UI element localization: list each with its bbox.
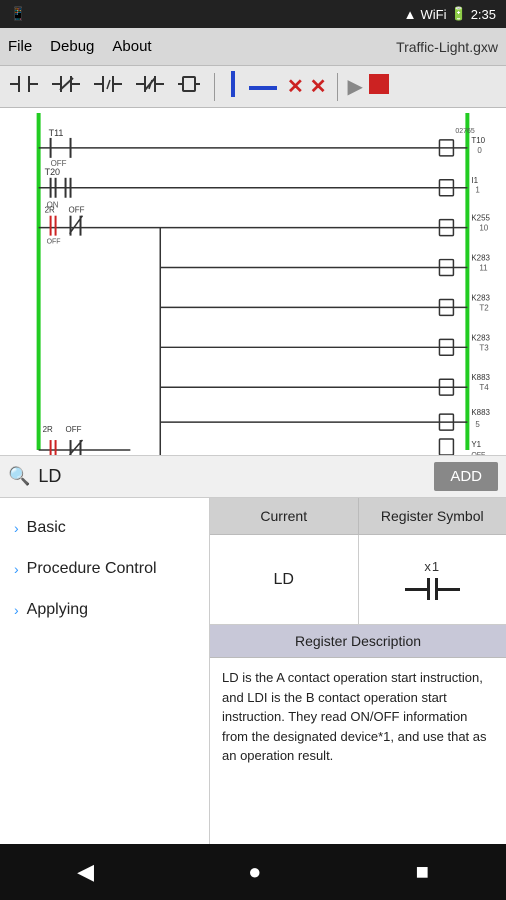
toolbar-falling-edge-btn[interactable]: [132, 71, 168, 102]
svg-text:T4: T4: [479, 383, 489, 392]
svg-text:K283: K283: [471, 333, 490, 342]
svg-text:10: 10: [479, 224, 488, 233]
svg-text:K255: K255: [471, 214, 490, 223]
toolbar: ✕ ✕ ▶: [0, 66, 506, 108]
svg-text:OFF: OFF: [69, 206, 85, 215]
contact-symbol: [405, 578, 460, 600]
chevron-right-icon-basic: ›: [14, 520, 19, 536]
svg-text:5: 5: [475, 420, 480, 429]
contact-symbol-graphic: x1: [405, 559, 460, 600]
svg-text:I1: I1: [471, 176, 478, 185]
sidebar-label-applying: Applying: [27, 600, 88, 621]
status-right: ▲ WiFi 🔋 2:35: [404, 6, 496, 22]
status-left: 📱: [10, 6, 26, 22]
nav-bar: ◀ ● ■: [0, 844, 506, 900]
bottom-panel: › Basic › Procedure Control › Applying C…: [0, 498, 506, 878]
ladder-svg: T11 OFF T10 0 02765 T20 ON I1 1 2R OFF: [0, 108, 506, 455]
nav-home-button[interactable]: ●: [228, 851, 281, 893]
menu-bar: File Debug About Traffic-Light.gxw: [0, 28, 506, 66]
contact-line-left: [405, 588, 427, 591]
svg-text:K283: K283: [471, 293, 490, 302]
toolbar-separator-2: [337, 73, 338, 101]
toolbar-delete-x1-btn[interactable]: ✕: [287, 74, 304, 99]
toolbar-no-contact-btn[interactable]: [6, 71, 42, 102]
toolbar-nc-contact-btn[interactable]: [48, 71, 84, 102]
svg-text:Y1: Y1: [471, 440, 481, 449]
svg-text:K283: K283: [471, 254, 490, 263]
wifi-icon: WiFi: [421, 7, 447, 22]
toolbar-separator-1: [214, 73, 215, 101]
menu-about[interactable]: About: [112, 38, 151, 55]
svg-text:1: 1: [475, 186, 480, 195]
sidebar-label-procedure-control: Procedure Control: [27, 559, 157, 580]
svg-text:11: 11: [479, 264, 488, 273]
current-value-cell: LD: [210, 535, 359, 624]
menu-debug[interactable]: Debug: [50, 38, 94, 55]
add-button[interactable]: ADD: [434, 462, 498, 491]
symbol-row: LD x1: [210, 535, 506, 625]
search-bar: 🔍 ADD: [0, 456, 506, 498]
search-input[interactable]: [38, 466, 426, 487]
sidebar: › Basic › Procedure Control › Applying: [0, 498, 210, 878]
window-title: Traffic-Light.gxw: [396, 39, 498, 55]
status-bar: 📱 ▲ WiFi 🔋 2:35: [0, 0, 506, 28]
menu-file[interactable]: File: [8, 38, 32, 55]
nav-back-button[interactable]: ◀: [57, 851, 114, 893]
phone-icon: 📱: [10, 6, 26, 22]
svg-text:T10: T10: [471, 136, 485, 145]
svg-text:OFF: OFF: [66, 425, 82, 434]
svg-text:T11: T11: [49, 128, 64, 138]
search-icon: 🔍: [8, 466, 30, 487]
svg-text:K883: K883: [471, 408, 490, 417]
register-description-header: Register Description: [210, 625, 506, 658]
sidebar-item-applying[interactable]: › Applying: [0, 590, 209, 631]
chevron-right-icon-applying: ›: [14, 602, 19, 618]
svg-text:2R: 2R: [43, 425, 53, 434]
toolbar-stop-btn[interactable]: [369, 74, 389, 99]
toolbar-vertical-line-btn[interactable]: [225, 69, 239, 104]
register-symbol-cell: x1: [359, 535, 506, 624]
toolbar-rising-edge-btn[interactable]: [90, 71, 126, 102]
svg-text:OFF: OFF: [47, 239, 61, 246]
svg-text:T20: T20: [45, 167, 60, 177]
svg-text:T3: T3: [479, 343, 489, 352]
battery-icon: 🔋: [451, 6, 467, 22]
svg-text:OFF: OFF: [471, 452, 485, 455]
right-panel: Current Register Symbol LD x1: [210, 498, 506, 878]
svg-text:T2: T2: [479, 303, 489, 312]
contact-line-right: [438, 588, 460, 591]
header-current: Current: [210, 498, 359, 534]
header-register-symbol: Register Symbol: [359, 498, 506, 534]
toolbar-coil-btn[interactable]: [174, 71, 204, 102]
sidebar-item-basic[interactable]: › Basic: [0, 508, 209, 549]
right-panel-header: Current Register Symbol: [210, 498, 506, 535]
current-value: LD: [274, 571, 294, 589]
register-description-text: LD is the A contact operation start inst…: [210, 658, 506, 776]
svg-text:K883: K883: [471, 373, 490, 382]
time-display: 2:35: [471, 7, 496, 22]
nav-recents-button[interactable]: ■: [396, 851, 449, 893]
signal-icon: ▲: [404, 7, 417, 22]
toolbar-delete-x2-btn[interactable]: ✕: [310, 74, 327, 99]
svg-text:2R: 2R: [45, 206, 55, 215]
contact-bar-left: [427, 578, 430, 600]
sidebar-label-basic: Basic: [27, 518, 66, 539]
contact-bars: [427, 578, 438, 600]
chevron-right-icon-procedure: ›: [14, 561, 19, 577]
symbol-x1-label: x1: [424, 559, 440, 574]
sidebar-item-procedure-control[interactable]: › Procedure Control: [0, 549, 209, 590]
svg-text:02765: 02765: [455, 128, 475, 135]
svg-text:0: 0: [477, 146, 482, 155]
toolbar-play-btn[interactable]: ▶: [348, 74, 363, 99]
ladder-diagram-area[interactable]: T11 OFF T10 0 02765 T20 ON I1 1 2R OFF: [0, 108, 506, 456]
toolbar-horizontal-line-btn[interactable]: [245, 74, 281, 99]
